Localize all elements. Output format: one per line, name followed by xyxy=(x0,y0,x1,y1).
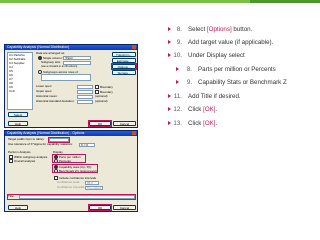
checkbox-icon xyxy=(9,159,13,163)
ppm-percents-highlight xyxy=(52,154,86,163)
dialog-title: Capability Analysis (Normal Distribution… xyxy=(7,131,85,135)
list-item[interactable]: C10 xyxy=(8,89,32,93)
close-icon[interactable] xyxy=(132,131,136,135)
historical-mean-input[interactable] xyxy=(77,95,93,99)
historical-sd-input[interactable] xyxy=(77,100,93,104)
lower-boundary-checkbox[interactable]: Boundary xyxy=(95,85,113,89)
ok-button-highlight xyxy=(88,120,112,127)
checkbox-icon xyxy=(95,85,99,89)
upper-spec-input[interactable] xyxy=(77,90,93,94)
lower-spec-input[interactable] xyxy=(77,85,93,89)
optional-note: (optional) xyxy=(95,94,108,98)
bullet-arrow-icon xyxy=(168,53,171,58)
single-column-input[interactable]: 'Parts' xyxy=(63,56,91,60)
options-button-highlight xyxy=(111,63,137,70)
confidence-intervals-select[interactable]: Two-sided xyxy=(85,186,103,190)
bullet-arrow-icon xyxy=(176,67,179,72)
confidence-level-input[interactable]: 95.0 xyxy=(85,181,99,185)
transform-button[interactable]: Transform... xyxy=(112,52,136,57)
tolerance-input[interactable]: K = 6 xyxy=(79,143,95,147)
optional-note: (optional) xyxy=(95,99,108,103)
subgroups-across-input[interactable] xyxy=(41,74,91,81)
bullet-arrow-icon xyxy=(168,94,171,99)
title-input-highlight xyxy=(7,194,136,200)
upper-spec-label: Upper spec: xyxy=(36,89,53,93)
top-accent-stripe-dark xyxy=(250,0,320,3)
stats-benchmark-highlight xyxy=(52,164,98,173)
bullet-arrow-icon xyxy=(176,80,179,85)
historical-mean-label: Historical mean: xyxy=(36,94,58,98)
column-list[interactable]: C1 PartsNo C2 SubFails C3 Supplier C4 C5… xyxy=(7,52,33,110)
subgroup-size-label: Subgroup size: xyxy=(41,60,62,64)
cancel-button[interactable]: Cancel xyxy=(113,121,136,126)
subgroup-size-hint: (use a constant or an ID column) xyxy=(41,65,78,68)
target-label: Target (adds Cpm to table): xyxy=(8,137,45,141)
historical-sd-label: Historical standard deviation: xyxy=(36,99,75,103)
capability-analysis-dialog: Capability Analysis (Normal Distribution… xyxy=(4,44,138,128)
overall-checkbox[interactable]: Overall analysis xyxy=(9,159,35,163)
close-icon[interactable] xyxy=(132,45,136,49)
dialog-titlebar: Capability Analysis (Normal Distribution… xyxy=(5,131,137,136)
confidence-level-label: Confidence level: xyxy=(57,180,81,184)
select-button[interactable]: Select xyxy=(8,112,28,117)
bullet-arrow-icon xyxy=(168,27,171,32)
cancel-button[interactable]: Cancel xyxy=(113,205,136,210)
bullet-arrow-icon xyxy=(168,121,171,126)
lower-spec-label: Lower spec: xyxy=(36,84,53,88)
dialog-title: Capability Analysis (Normal Distribution… xyxy=(7,45,70,49)
storage-button[interactable]: Storage... xyxy=(112,70,136,75)
ok-button-highlight xyxy=(88,204,112,211)
bullet-arrow-icon xyxy=(168,40,171,45)
confidence-intervals-label: Confidence intervals: xyxy=(57,185,86,189)
options-dialog: Capability Analysis (Normal Distribution… xyxy=(4,130,138,212)
bullet-arrow-icon xyxy=(168,107,171,112)
dialog-titlebar: Capability Analysis (Normal Distribution… xyxy=(5,45,137,50)
help-button[interactable]: Help xyxy=(8,205,28,210)
help-button[interactable]: Help xyxy=(8,121,28,126)
tolerance-label: Use tolerance of K*sigma for capability … xyxy=(8,142,73,146)
